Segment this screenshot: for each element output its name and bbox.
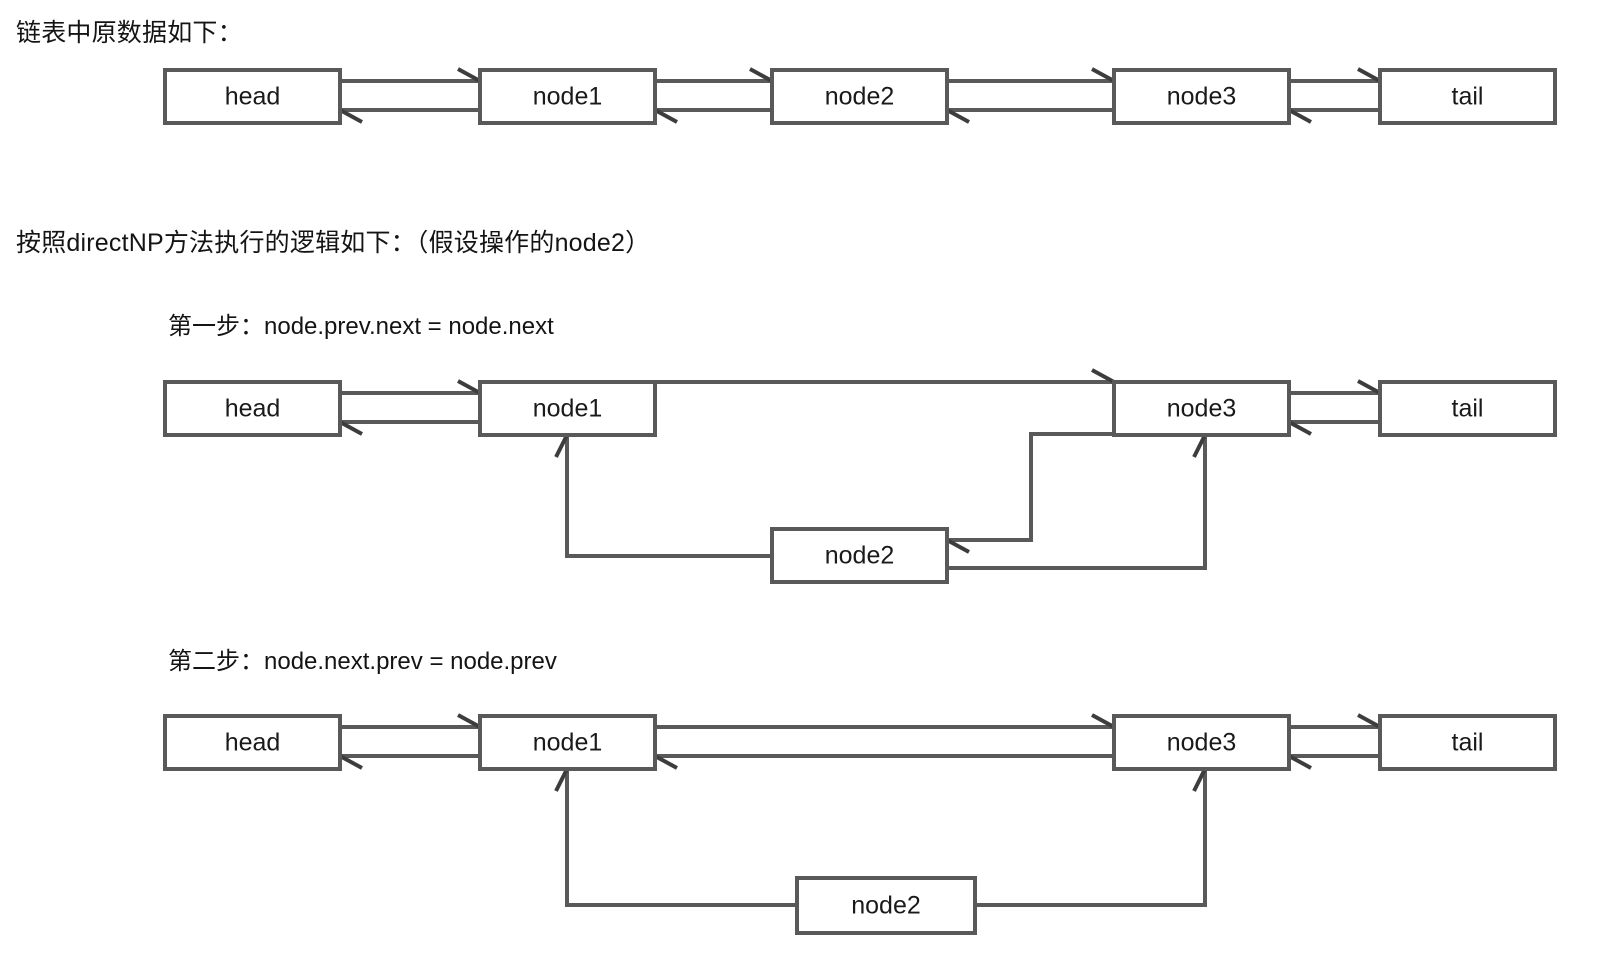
node-label: node2 bbox=[825, 83, 895, 111]
node-box-node2: node2 bbox=[770, 527, 949, 584]
node-label: head bbox=[225, 83, 281, 111]
diagram-original-list: head node1 node2 node3 tail bbox=[163, 67, 1557, 125]
node-box-head: head bbox=[163, 380, 342, 437]
edge-node2-next-node3 bbox=[947, 437, 1207, 570]
node-label: head bbox=[225, 395, 281, 423]
node-box-node1: node1 bbox=[478, 380, 657, 437]
arrowhead-node1-next-node3 bbox=[1091, 713, 1115, 729]
step-one-label: 第一步：node.prev.next = node.next bbox=[168, 313, 554, 340]
node-box-node1: node1 bbox=[478, 714, 657, 771]
node-box-head: head bbox=[163, 68, 342, 125]
edge-node2-prev-node1 bbox=[565, 771, 797, 907]
node-label: tail bbox=[1452, 83, 1484, 111]
arrowhead-node1-prev-head bbox=[339, 754, 363, 770]
node-box-tail: tail bbox=[1378, 714, 1557, 771]
arrowhead-node2-next-node3 bbox=[1192, 434, 1207, 458]
node-label: tail bbox=[1452, 729, 1484, 757]
node-box-tail: tail bbox=[1378, 68, 1557, 125]
node-box-node1: node1 bbox=[478, 68, 657, 125]
arrowhead-node3-prev-node1 bbox=[654, 754, 678, 770]
node-label: node3 bbox=[1167, 395, 1237, 423]
edge-node2-next-node3 bbox=[975, 771, 1207, 907]
node-label: node2 bbox=[851, 892, 921, 920]
linked-list-diagrams-canvas: head node1 node2 node3 tail head node1 n… bbox=[163, 67, 1557, 935]
caption-original-list: 链表中原数据如下： bbox=[16, 19, 243, 47]
caption-directnp-logic: 按照directNP方法执行的逻辑如下：（假设操作的node2） bbox=[16, 229, 651, 257]
arrowhead-node2-next-node3 bbox=[1192, 768, 1207, 792]
arrowhead-head-next-node1 bbox=[457, 67, 481, 83]
diagram-after-step-1: head node1 node3 tail node2 bbox=[163, 368, 1557, 584]
arrowhead-node2-prev-node1 bbox=[554, 434, 569, 458]
node-label: node3 bbox=[1167, 83, 1237, 111]
node-label: head bbox=[225, 729, 281, 757]
arrowhead-node1-next-node2 bbox=[749, 67, 773, 83]
node-box-node3: node3 bbox=[1112, 380, 1291, 437]
arrowhead-tail-prev-node3 bbox=[1288, 108, 1312, 124]
arrowhead-tail-prev-node3 bbox=[1288, 754, 1312, 770]
node-label: node3 bbox=[1167, 729, 1237, 757]
arrowhead-node2-next-node3 bbox=[1091, 67, 1115, 83]
arrowhead-head-next-node1 bbox=[457, 713, 481, 729]
diagram-after-step-2: head node1 node3 tail node2 bbox=[163, 713, 1557, 935]
node-label: node2 bbox=[825, 542, 895, 570]
node-box-head: head bbox=[163, 714, 342, 771]
node-box-node3: node3 bbox=[1112, 714, 1291, 771]
arrowhead-node3-next-tail bbox=[1357, 713, 1381, 729]
node-box-node2: node2 bbox=[770, 68, 949, 125]
arrowhead-node2-prev-node1 bbox=[554, 768, 569, 792]
diagram-page: 链表中原数据如下： 按照directNP方法执行的逻辑如下：（假设操作的node… bbox=[0, 0, 1610, 966]
arrowhead-node2-prev-node1 bbox=[654, 108, 678, 124]
edge-node3-prev-node2 bbox=[949, 432, 1114, 542]
node-box-node2: node2 bbox=[795, 876, 977, 935]
arrowhead-node1-prev-head bbox=[339, 420, 363, 436]
step-two-label: 第二步：node.next.prev = node.prev bbox=[168, 648, 557, 675]
arrowhead-tail-prev-node3 bbox=[1288, 420, 1312, 436]
node-label: node1 bbox=[533, 83, 603, 111]
arrowhead-node3-prev-node2 bbox=[946, 538, 970, 554]
arrowhead-node1-next-node3 bbox=[1091, 368, 1115, 384]
arrowhead-node3-next-tail bbox=[1357, 67, 1381, 83]
arrowhead-head-next-node1 bbox=[457, 379, 481, 395]
node-box-node3: node3 bbox=[1112, 68, 1291, 125]
arrowhead-node3-prev-node2 bbox=[946, 108, 970, 124]
node-box-tail: tail bbox=[1378, 380, 1557, 437]
node-label: tail bbox=[1452, 395, 1484, 423]
node-label: node1 bbox=[533, 395, 603, 423]
edge-node2-prev-node1 bbox=[565, 437, 772, 558]
arrowhead-node3-next-tail bbox=[1357, 379, 1381, 395]
arrowhead-node1-prev-head bbox=[339, 108, 363, 124]
node-label: node1 bbox=[533, 729, 603, 757]
